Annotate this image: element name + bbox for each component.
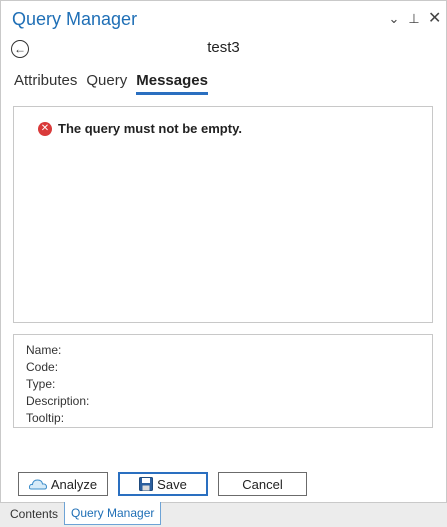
save-button[interactable]: Save [118, 472, 208, 496]
type-label: Type: [26, 377, 56, 391]
tab-query[interactable]: Query [86, 72, 127, 95]
description-label: Description: [26, 394, 90, 408]
message-item: ✕ The query must not be empty. [38, 121, 242, 136]
tab-messages[interactable]: Messages [136, 72, 208, 95]
tab-strip: Attributes Query Messages [14, 72, 208, 95]
pane-title: Query Manager [12, 9, 138, 29]
error-icon: ✕ [38, 121, 52, 136]
save-button-label: Save [157, 476, 187, 492]
cancel-button-label: Cancel [242, 476, 283, 492]
bottom-tab-contents[interactable]: Contents [4, 503, 64, 525]
tab-attributes[interactable]: Attributes [14, 72, 77, 95]
analyze-button-label: Analyze [50, 476, 98, 492]
pane-tab-bar: Contents Query Manager [0, 502, 447, 527]
code-label: Code: [26, 360, 59, 374]
dropdown-chevron-icon[interactable]: ⌄ [388, 11, 400, 27]
cloud-icon [28, 478, 47, 490]
query-manager-pane: Query Manager ⌄ ⊥ ✕ ← test3 Attributes Q… [0, 0, 447, 503]
window-controls: ⌄ ⊥ ✕ [388, 11, 442, 27]
name-label: Name: [26, 343, 62, 357]
close-icon[interactable]: ✕ [428, 11, 441, 27]
tooltip-label: Tooltip: [26, 411, 65, 425]
bottom-tab-query-manager[interactable]: Query Manager [64, 502, 162, 525]
details-panel: Name: Code: Type: Description: Tooltip: [13, 334, 433, 428]
analyze-button[interactable]: Analyze [18, 472, 108, 496]
messages-panel: ✕ The query must not be empty. [13, 106, 433, 323]
cancel-button[interactable]: Cancel [218, 472, 307, 496]
pin-icon[interactable]: ⊥ [408, 11, 420, 27]
query-name-heading: test3 [207, 39, 240, 56]
message-text: The query must not be empty. [58, 121, 242, 136]
floppy-disk-icon [139, 477, 154, 491]
